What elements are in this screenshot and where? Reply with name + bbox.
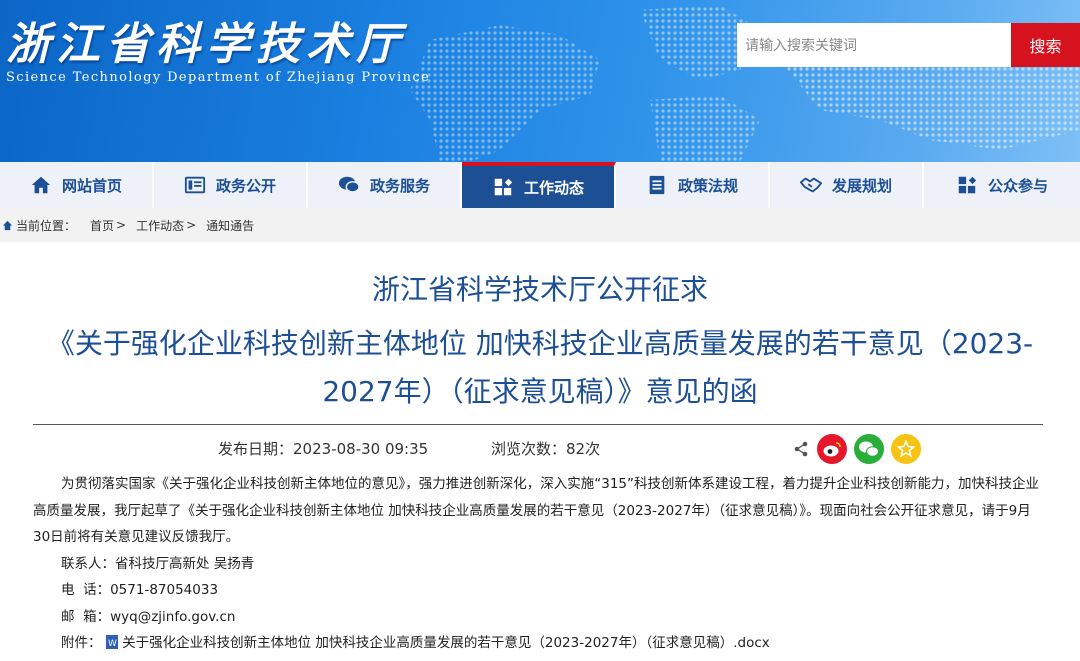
nav-item-work-news[interactable]: 工作动态 [462, 162, 616, 208]
contact-line: 联系人：省科技厅高新处 吴扬青 [33, 551, 1043, 578]
search-input[interactable] [737, 23, 1011, 67]
share-icon[interactable] [792, 440, 810, 458]
participate-icon [958, 176, 977, 194]
nav-item-planning[interactable]: 发展规划 [770, 162, 924, 208]
breadcrumb-separator: > [186, 218, 197, 232]
phone-line: 电 话：0571-87054033 [33, 577, 1043, 604]
view-count: 浏览次数：82次 [491, 438, 600, 459]
weibo-icon[interactable] [817, 434, 847, 464]
nav-label: 发展规划 [831, 176, 892, 195]
breadcrumb-separator: > [116, 218, 127, 232]
nav-label: 工作动态 [523, 178, 584, 197]
breadcrumb-notices[interactable]: 通知通告 [206, 217, 254, 234]
breadcrumb: 当前位置： 首页 > 工作动态 > 通知通告 [0, 208, 1080, 242]
search-bar: 搜索 [737, 23, 1080, 67]
document-icon [649, 175, 665, 195]
nav-label: 政策法规 [677, 176, 738, 195]
nav-item-policies[interactable]: 政策法规 [616, 162, 770, 208]
handshake-icon [799, 177, 822, 193]
breadcrumb-prefix: 当前位置： [16, 218, 77, 233]
email-value: wyq@zjinfo.gov.cn [110, 608, 236, 625]
nav-label: 政务公开 [215, 176, 276, 195]
wechat-icon[interactable] [854, 434, 884, 464]
nav-item-public-affairs[interactable]: 政务公开 [154, 162, 308, 208]
publish-date-label: 发布日期： [218, 440, 294, 458]
nav-item-home[interactable]: 网站首页 [0, 162, 154, 208]
attachment-line: 附件： W 关于强化企业科技创新主体地位 加快科技企业高质量发展的若干意见（20… [33, 630, 1043, 657]
word-file-icon: W [105, 635, 118, 649]
nav-item-participation[interactable]: 公众参与 [924, 162, 1080, 208]
favorite-icon[interactable] [891, 434, 921, 464]
main-nav: 网站首页 政务公开 政务服务 工作动态 政策法规 发展规划 公众参与 [0, 162, 1080, 208]
publish-date: 发布日期：2023-08-30 09:35 [218, 438, 428, 459]
contact-label: 联系人： [61, 555, 115, 572]
attachment-label: 附件： [61, 635, 102, 651]
phone-label: 电 话： [61, 582, 111, 598]
breadcrumb-home[interactable]: 首页 [90, 217, 114, 234]
article-title-line1: 浙江省科学技术厅公开征求 [371, 273, 708, 306]
contact-value: 省科技厅高新处 吴扬青 [115, 555, 255, 572]
title-divider [33, 424, 1043, 425]
view-count-label: 浏览次数： [491, 440, 567, 458]
article-title-line2: 《关于强化企业科技创新主体地位 加快科技企业高质量发展的若干意见（2023-20… [46, 327, 1034, 408]
work-icon [494, 178, 513, 196]
svg-text:W: W [108, 639, 117, 649]
publish-date-value: 2023-08-30 09:35 [293, 440, 429, 458]
chat-icon [338, 176, 360, 193]
nav-label: 公众参与 [987, 176, 1048, 195]
email-line: 邮 箱：wyq@zjinfo.gov.cn [33, 604, 1043, 631]
attachment-link[interactable]: 关于强化企业科技创新主体地位 加快科技企业高质量发展的若干意见（2023-202… [122, 635, 770, 651]
search-button[interactable]: 搜索 [1011, 23, 1080, 67]
share-bar [792, 434, 921, 464]
phone-value: 0571-87054033 [110, 582, 219, 598]
view-count-value: 82次 [566, 440, 601, 458]
site-logo-cn[interactable]: 浙江省科学技术厅 [6, 8, 406, 72]
home-icon [31, 176, 51, 194]
breadcrumb-work-news[interactable]: 工作动态 [136, 217, 184, 234]
site-logo-en: Science Technology Department of Zhejian… [6, 70, 431, 85]
nav-item-services[interactable]: 政务服务 [308, 162, 462, 208]
article-intro: 为贯彻落实国家《关于强化企业科技创新主体地位的意见》，强力推进创新深化，深入实施… [33, 476, 1040, 545]
nav-label: 网站首页 [61, 176, 122, 195]
header-banner: 浙江省科学技术厅 Science Technology Department o… [0, 0, 1080, 162]
nav-label: 政务服务 [369, 176, 430, 195]
home-small-icon [2, 220, 13, 230]
list-icon [184, 176, 206, 194]
article-body: 为贯彻落实国家《关于强化企业科技创新主体地位的意见》，强力推进创新深化，深入实施… [33, 471, 1043, 657]
email-label: 邮 箱： [61, 608, 111, 625]
